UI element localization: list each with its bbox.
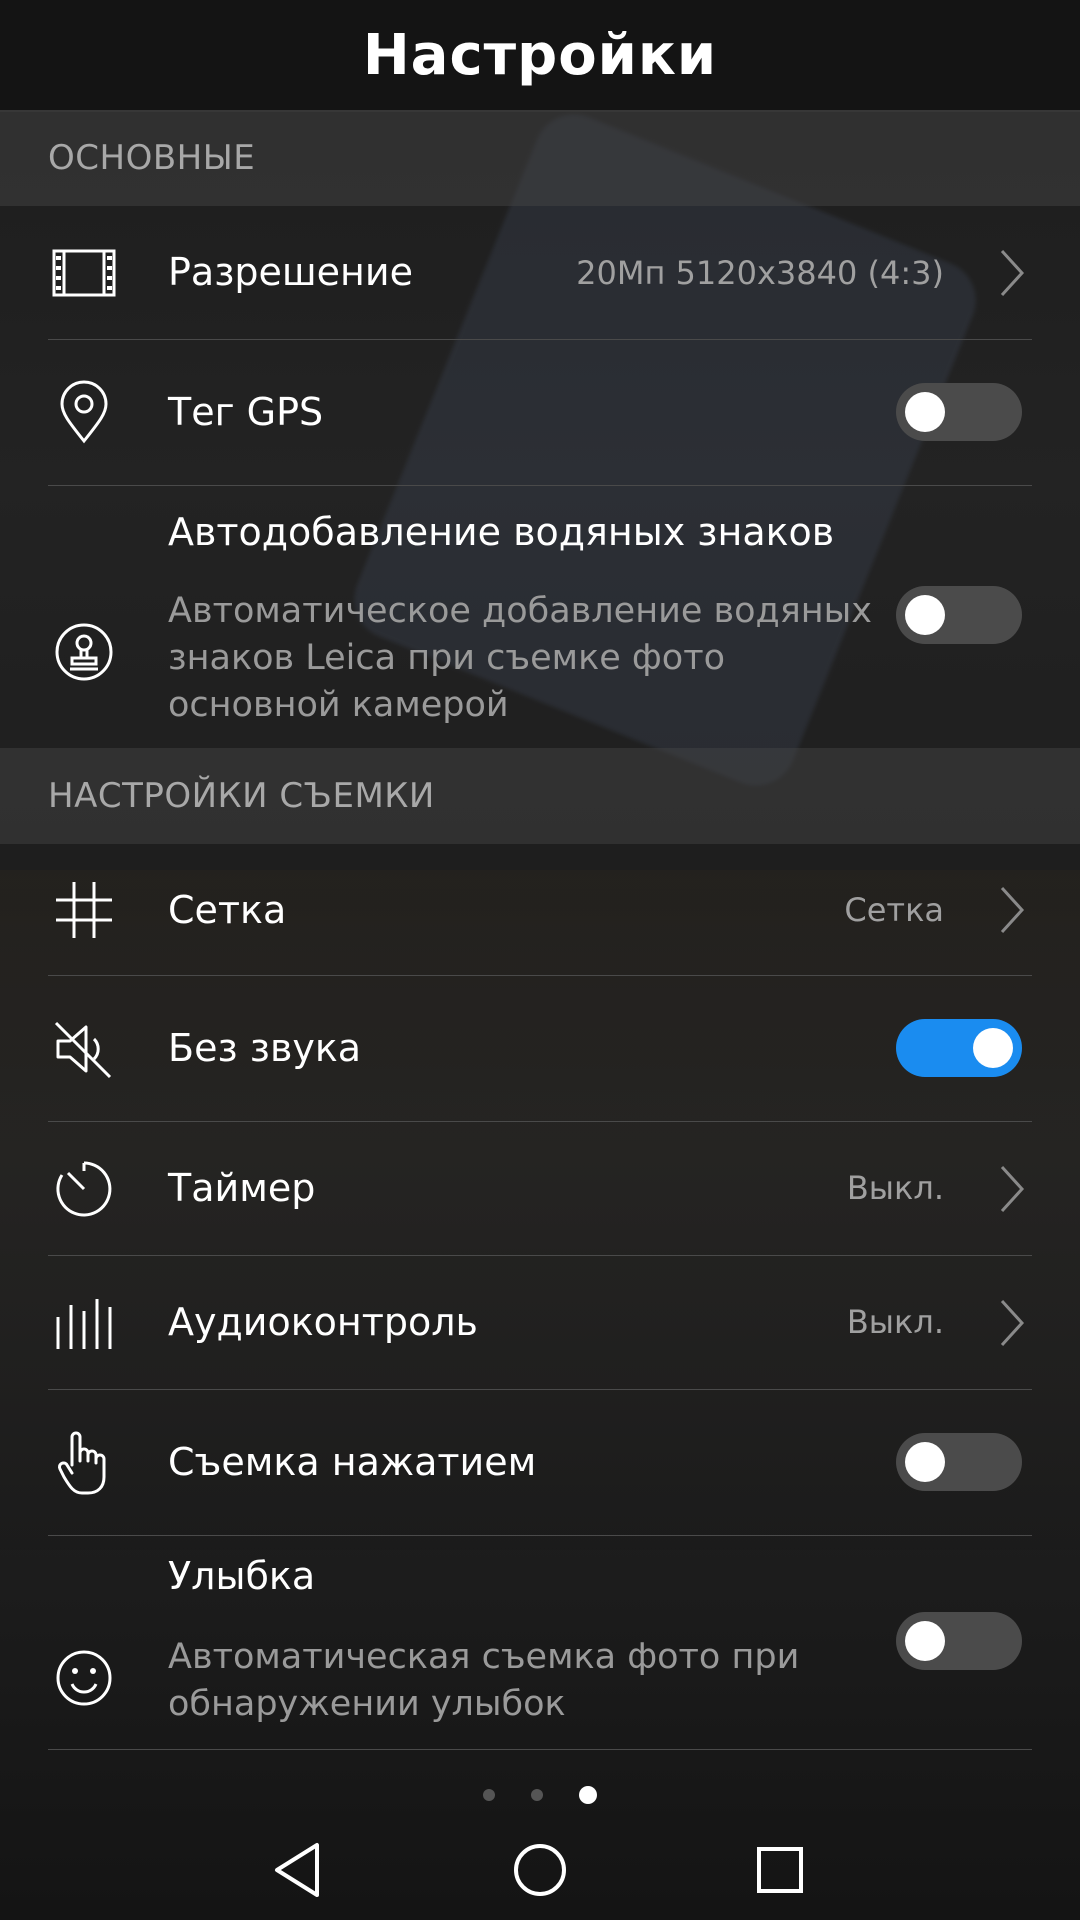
section-label-capture: НАСТРОЙКИ СЪЕМКИ — [48, 776, 435, 816]
location-pin-icon — [48, 377, 120, 449]
smile-face-icon — [48, 1642, 120, 1714]
chevron-right-icon — [1000, 249, 1025, 297]
watermark-description: Автоматическое добавление водяных знаков… — [168, 591, 873, 725]
mute-label: Без звука — [168, 1026, 362, 1070]
setting-row-grid[interactable]: Сетка Сетка — [0, 844, 1080, 976]
camera-settings-screen: Настройки ОСНОВНЫЕ Разрешение 20Мп 5120x… — [0, 0, 1080, 1920]
setting-row-touch-capture[interactable]: Съемка нажатием — [0, 1390, 1080, 1536]
setting-row-timer[interactable]: Таймер Выкл. — [0, 1122, 1080, 1256]
system-navigation-bar — [0, 1820, 1080, 1920]
home-button[interactable] — [495, 1825, 585, 1915]
touch-capture-label: Съемка нажатием — [168, 1440, 537, 1484]
setting-row-gps[interactable]: Тег GPS — [0, 340, 1080, 486]
page-dot[interactable] — [483, 1789, 495, 1801]
title-bar: Настройки — [0, 0, 1080, 112]
toggle-knob — [905, 595, 945, 635]
home-circle-icon — [514, 1844, 566, 1896]
back-button[interactable] — [255, 1825, 345, 1915]
row-divider — [48, 1749, 1032, 1750]
audio-control-value: Выкл. — [846, 1303, 944, 1341]
toggle-knob — [973, 1028, 1013, 1068]
chevron-right-icon — [1000, 1299, 1025, 1347]
recents-button[interactable] — [735, 1825, 825, 1915]
smile-description: Автоматическая съемка фото при обнаружен… — [168, 1637, 800, 1724]
timer-icon — [48, 1153, 120, 1225]
setting-row-resolution[interactable]: Разрешение 20Мп 5120x3840 (4:3) — [0, 206, 1080, 340]
grid-hash-icon — [48, 874, 120, 946]
watermark-label: Автодобавление водяных знаков — [168, 510, 835, 554]
section-header-capture: НАСТРОЙКИ СЪЕМКИ — [0, 748, 1080, 844]
section-header-main: ОСНОВНЫЕ — [0, 110, 1080, 206]
timer-value: Выкл. — [846, 1169, 944, 1207]
smile-toggle[interactable] — [896, 1612, 1022, 1670]
resolution-value: 20Мп 5120x3840 (4:3) — [576, 254, 944, 292]
toggle-knob — [905, 1442, 945, 1482]
timer-label: Таймер — [168, 1166, 316, 1210]
page-title: Настройки — [362, 22, 718, 88]
setting-row-watermark[interactable]: Автодобавление водяных знаков Автоматиче… — [0, 486, 1080, 748]
touch-capture-toggle[interactable] — [896, 1433, 1022, 1491]
page-dot-active[interactable] — [579, 1786, 597, 1804]
chevron-right-icon — [1000, 1165, 1025, 1213]
grid-value: Сетка — [844, 891, 944, 929]
audio-control-label: Аудиоконтроль — [168, 1300, 478, 1344]
grid-label: Сетка — [168, 888, 287, 932]
section-label-main: ОСНОВНЫЕ — [48, 138, 256, 178]
smile-label: Улыбка — [168, 1554, 316, 1598]
mute-toggle[interactable] — [896, 1019, 1022, 1077]
speaker-muted-icon — [48, 1013, 120, 1085]
recents-square-icon — [757, 1847, 803, 1893]
setting-row-mute[interactable]: Без звука — [0, 976, 1080, 1122]
page-indicator — [0, 1780, 1080, 1810]
back-triangle-icon — [275, 1843, 319, 1897]
film-frame-icon — [48, 237, 120, 309]
toggle-knob — [905, 1621, 945, 1661]
page-dot[interactable] — [531, 1789, 543, 1801]
chevron-right-icon — [1000, 886, 1025, 934]
gps-label: Тег GPS — [168, 390, 324, 434]
hand-pointer-icon — [48, 1427, 120, 1499]
stamp-icon — [48, 616, 120, 688]
setting-row-smile[interactable]: Улыбка Автоматическая съемка фото при об… — [0, 1536, 1080, 1750]
gps-toggle[interactable] — [896, 383, 1022, 441]
toggle-knob — [905, 392, 945, 432]
setting-row-audio-control[interactable]: Аудиоконтроль Выкл. — [0, 1256, 1080, 1390]
audio-bars-icon — [48, 1287, 120, 1359]
watermark-toggle[interactable] — [896, 586, 1022, 644]
resolution-label: Разрешение — [168, 250, 413, 294]
